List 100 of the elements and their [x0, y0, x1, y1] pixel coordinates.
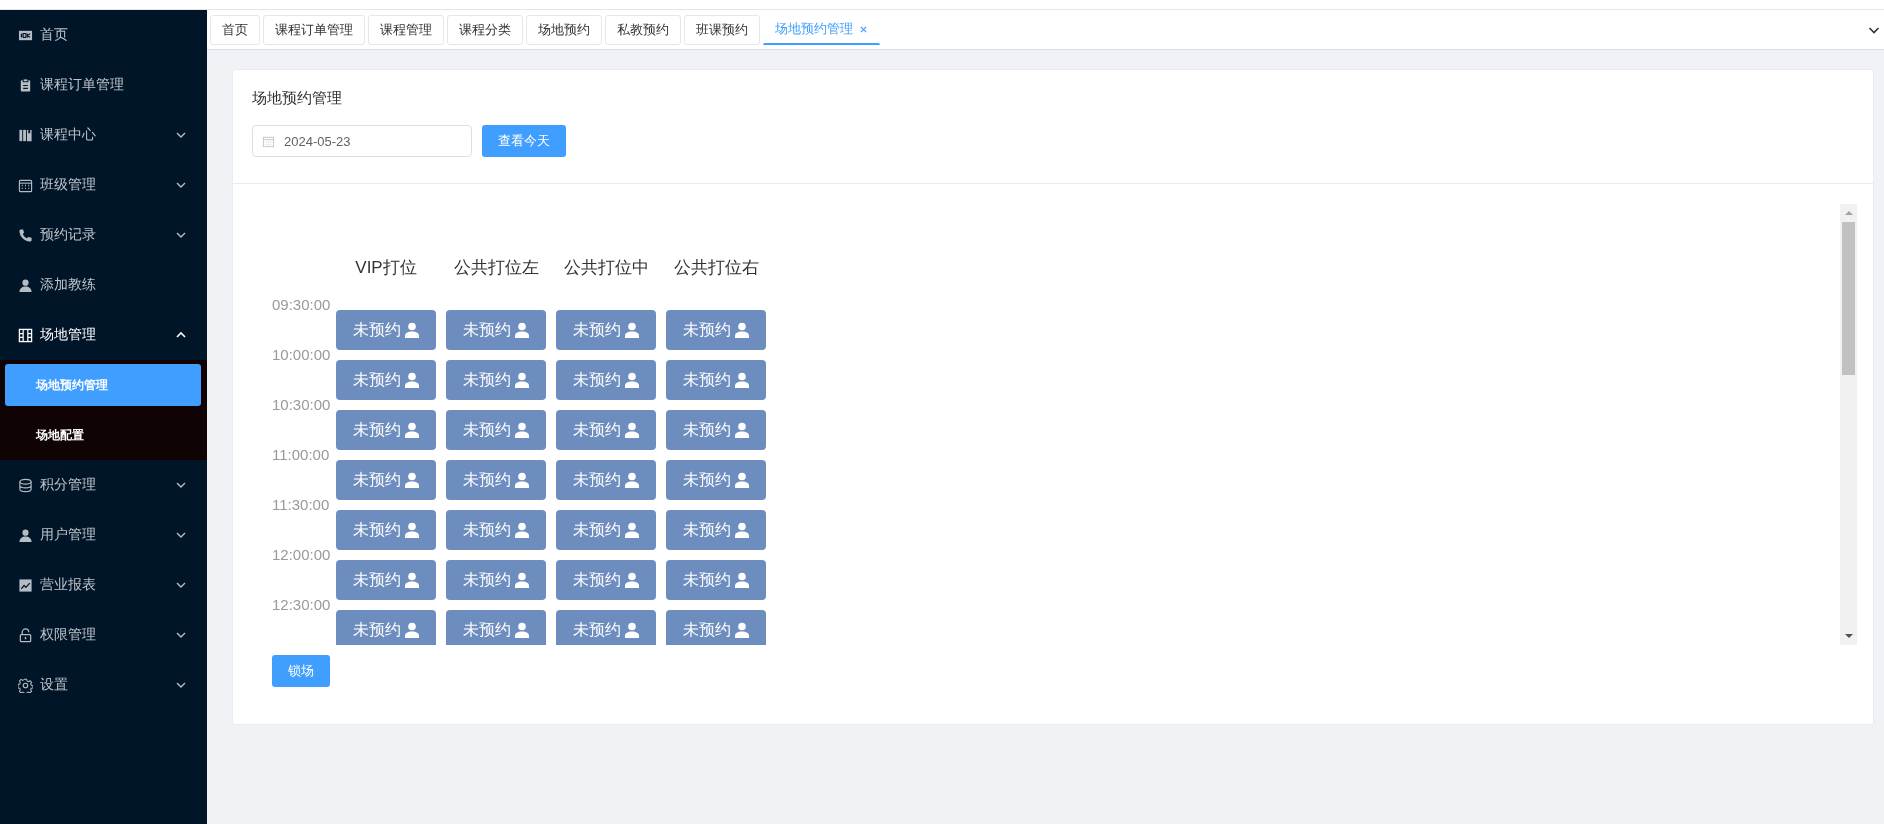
- time-label: 12:30:00: [272, 596, 331, 613]
- user-icon: [733, 622, 750, 638]
- user-icon: [18, 527, 33, 543]
- tab[interactable]: 私教预约: [605, 14, 681, 45]
- user-icon: [513, 422, 530, 438]
- user-icon: [623, 322, 640, 338]
- sidebar-item[interactable]: 营业报表: [0, 560, 207, 610]
- sidebar-item[interactable]: 预约记录: [0, 210, 207, 260]
- scrollbar-thumb[interactable]: [1842, 222, 1855, 375]
- user-icon: [18, 277, 33, 293]
- slot-button[interactable]: 未预约: [556, 360, 656, 400]
- column-header: 公共打位中: [562, 257, 650, 279]
- user-icon: [403, 472, 420, 488]
- slot-button[interactable]: 未预约: [336, 460, 436, 500]
- user-icon: [403, 422, 420, 438]
- slot-button[interactable]: 未预约: [446, 410, 546, 450]
- user-icon: [623, 522, 640, 538]
- column-header: 公共打位右: [672, 257, 760, 279]
- tab[interactable]: 场地预约: [526, 14, 602, 45]
- sidebar-item[interactable]: 设置: [0, 660, 207, 710]
- user-icon: [403, 372, 420, 388]
- user-icon: [513, 622, 530, 638]
- slot-button[interactable]: 未预约: [336, 610, 436, 645]
- slot-button[interactable]: 未预约: [556, 460, 656, 500]
- user-icon: [513, 572, 530, 588]
- slot-button[interactable]: 未预约: [556, 560, 656, 600]
- sidebar-item[interactable]: 用户管理: [0, 510, 207, 560]
- chart-icon: [18, 577, 33, 593]
- slot-button[interactable]: 未预约: [666, 460, 766, 500]
- slot-button[interactable]: 未预约: [336, 410, 436, 450]
- user-icon: [733, 572, 750, 588]
- database-icon: [18, 477, 33, 493]
- slot-button[interactable]: 未预约: [446, 610, 546, 645]
- tab[interactable]: 课程订单管理: [263, 14, 365, 45]
- slot-button[interactable]: 未预约: [446, 460, 546, 500]
- user-icon: [513, 322, 530, 338]
- user-icon: [513, 472, 530, 488]
- user-icon: [623, 472, 640, 488]
- user-icon: [403, 572, 420, 588]
- tab[interactable]: 班课预约: [684, 14, 760, 45]
- slot-button[interactable]: 未预约: [666, 560, 766, 600]
- tab[interactable]: 首页: [210, 14, 260, 45]
- user-icon: [513, 522, 530, 538]
- time-label: 09:30:00: [272, 296, 331, 313]
- slot-button[interactable]: 未预约: [666, 610, 766, 645]
- sidebar-item[interactable]: 首页: [0, 10, 207, 60]
- submenu-item[interactable]: 场地预约管理: [5, 364, 201, 406]
- user-icon: [623, 372, 640, 388]
- time-label: 11:30:00: [272, 496, 330, 513]
- slot-button[interactable]: 未预约: [446, 360, 546, 400]
- time-label: 11:00:00: [272, 446, 330, 463]
- slot-button[interactable]: 未预约: [666, 510, 766, 550]
- scrollbar[interactable]: [1840, 204, 1857, 645]
- sidebar-item[interactable]: 权限管理: [0, 610, 207, 660]
- settings-icon: [18, 677, 33, 693]
- slot-button[interactable]: 未预约: [666, 410, 766, 450]
- slot-button[interactable]: 未预约: [556, 410, 656, 450]
- slot-button[interactable]: 未预约: [336, 310, 436, 350]
- phone-icon: [18, 227, 33, 243]
- close-icon[interactable]: [859, 24, 868, 34]
- date-field[interactable]: 2024-05-23: [252, 125, 472, 157]
- time-label: 12:00:00: [272, 546, 331, 563]
- scroll-down-icon[interactable]: [1844, 633, 1853, 639]
- user-icon: [403, 622, 420, 638]
- user-icon: [623, 422, 640, 438]
- slot-button[interactable]: 未预约: [336, 360, 436, 400]
- tab[interactable]: 课程分类: [447, 14, 523, 45]
- lock-button[interactable]: 锁场: [272, 655, 330, 687]
- sidebar-item[interactable]: 场地管理: [0, 310, 207, 360]
- user-icon: [513, 372, 530, 388]
- column-header: 公共打位左: [452, 257, 540, 279]
- sidebar-item[interactable]: 积分管理: [0, 460, 207, 510]
- slot-button[interactable]: 未预约: [666, 310, 766, 350]
- sidebar-item[interactable]: 课程中心: [0, 110, 207, 160]
- user-icon: [733, 422, 750, 438]
- view-today-button[interactable]: 查看今天: [482, 125, 566, 157]
- time-label: 10:00:00: [272, 346, 331, 363]
- submenu-item[interactable]: 场地配置: [5, 410, 201, 460]
- slot-button[interactable]: 未预约: [336, 510, 436, 550]
- user-icon: [623, 622, 640, 638]
- tab[interactable]: 场地预约管理: [763, 14, 880, 45]
- slot-button[interactable]: 未预约: [666, 360, 766, 400]
- user-icon: [403, 322, 420, 338]
- calendar-icon: [18, 177, 33, 193]
- film-icon: [18, 327, 33, 343]
- slot-button[interactable]: 未预约: [446, 560, 546, 600]
- slot-button[interactable]: 未预约: [556, 510, 656, 550]
- clipboard-icon: [18, 77, 33, 93]
- sidebar-item[interactable]: 添加教练: [0, 260, 207, 310]
- scroll-up-icon[interactable]: [1844, 210, 1853, 216]
- slot-button[interactable]: 未预约: [556, 310, 656, 350]
- tab[interactable]: 课程管理: [368, 14, 444, 45]
- slot-button[interactable]: 未预约: [446, 510, 546, 550]
- slot-button[interactable]: 未预约: [446, 310, 546, 350]
- sidebar-item[interactable]: 班级管理: [0, 160, 207, 210]
- user-icon: [403, 522, 420, 538]
- slot-button[interactable]: 未预约: [336, 560, 436, 600]
- sidebar-item[interactable]: 课程订单管理: [0, 60, 207, 110]
- slot-button[interactable]: 未预约: [556, 610, 656, 645]
- user-icon: [623, 572, 640, 588]
